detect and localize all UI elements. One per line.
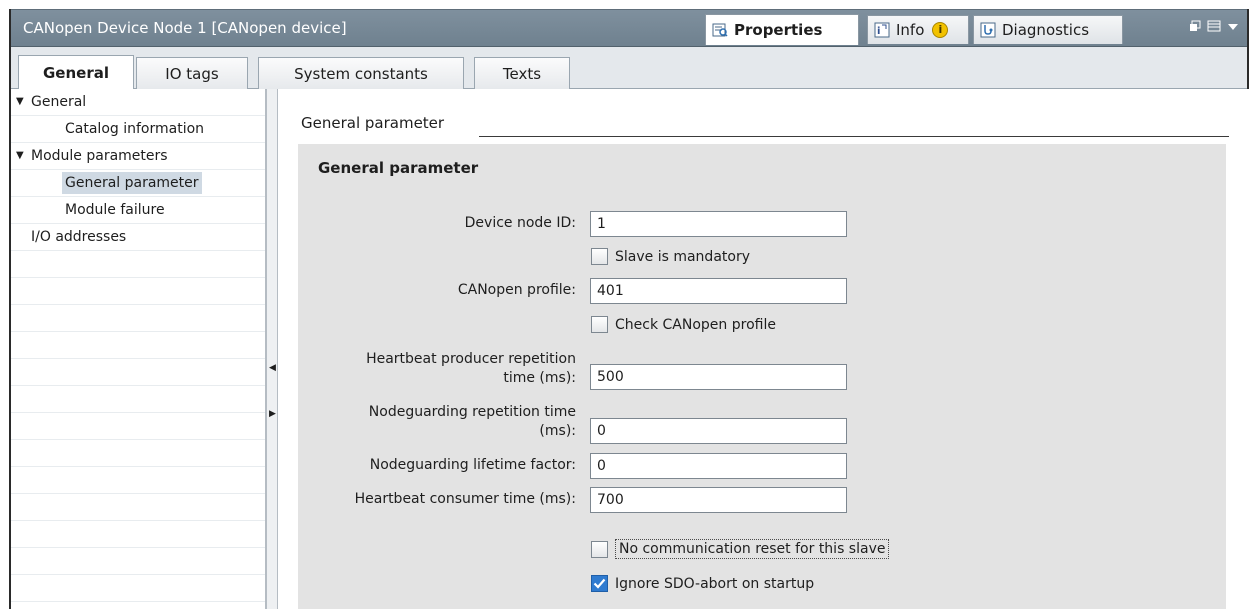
window-title: CANopen Device Node 1 [CANopen device]: [23, 19, 347, 37]
nodeguarding-time-input[interactable]: [590, 418, 847, 444]
navigation-tree: ▼ General Catalog information ▼ Module p…: [11, 89, 266, 609]
svg-text:i: i: [877, 26, 880, 37]
tree-row: [11, 332, 265, 359]
tree-item-general[interactable]: General: [28, 91, 89, 113]
expand-triangle-icon[interactable]: ▼: [16, 150, 24, 161]
checkbox-box[interactable]: [591, 248, 608, 265]
label-line: Nodeguarding repetition time: [368, 404, 576, 420]
parameter-panel: General parameter Device node ID: Slave …: [298, 144, 1226, 609]
tab-diagnostics-label: Diagnostics: [1002, 21, 1090, 39]
tree-item-general-parameter[interactable]: General parameter: [62, 172, 202, 194]
tree-item-module-parameters[interactable]: Module parameters: [28, 145, 171, 167]
window-controls: [1189, 20, 1239, 36]
label-line: time (ms):: [503, 370, 576, 386]
main-content: General parameter General parameter Devi…: [279, 89, 1249, 609]
properties-window: CANopen Device Node 1 [CANopen device] P…: [9, 9, 1249, 609]
check-canopen-profile-checkbox[interactable]: Check CANopen profile: [591, 316, 776, 333]
section-divider: [479, 136, 1229, 137]
tab-system-constants[interactable]: System constants: [258, 57, 464, 89]
tree-item-io-addresses[interactable]: I/O addresses: [28, 226, 129, 248]
chevron-down-icon[interactable]: [1227, 20, 1239, 36]
tree-row: [11, 386, 265, 413]
canopen-profile-input[interactable]: [590, 278, 847, 304]
nodeguarding-lifetime-input[interactable]: [590, 453, 847, 479]
tab-texts[interactable]: Texts: [474, 57, 570, 89]
checkbox-box[interactable]: [591, 540, 608, 558]
tree-row: [11, 440, 265, 467]
checkmark-icon: [593, 578, 606, 589]
tree-row: [11, 521, 265, 548]
tab-properties-label: Properties: [734, 21, 823, 39]
tab-diagnostics[interactable]: Diagnostics: [973, 15, 1123, 44]
tree-row: [11, 467, 265, 494]
diagnostics-icon: [980, 22, 996, 38]
pane-splitter[interactable]: ◀ ▶: [266, 89, 278, 609]
heartbeat-producer-label: Heartbeat producer repetition time (ms):: [366, 350, 576, 388]
nodeguarding-lifetime-label: Nodeguarding lifetime factor:: [369, 457, 576, 473]
collapse-left-icon[interactable]: ◀: [269, 361, 276, 375]
checkbox-label: No communication reset for this slave: [615, 539, 890, 559]
canopen-profile-label: CANopen profile:: [457, 282, 576, 298]
heartbeat-consumer-input[interactable]: [590, 487, 847, 513]
slave-mandatory-checkbox[interactable]: Slave is mandatory: [591, 248, 750, 265]
nodeguarding-time-label: Nodeguarding repetition time (ms):: [369, 403, 576, 441]
checkbox-label: Slave is mandatory: [615, 248, 750, 265]
tab-io-tags[interactable]: IO tags: [136, 57, 248, 89]
tree-row: [11, 251, 265, 278]
heartbeat-producer-input[interactable]: [590, 364, 847, 390]
tree-item-catalog-information[interactable]: Catalog information: [62, 118, 207, 140]
device-node-id-label: Device node ID:: [464, 215, 576, 231]
tab-general[interactable]: General: [18, 55, 134, 90]
device-node-id-input[interactable]: [590, 211, 847, 237]
label-line: Heartbeat producer repetition: [366, 351, 576, 367]
tree-row: [11, 305, 265, 332]
checkbox-box[interactable]: [591, 316, 608, 333]
tree-item-module-failure[interactable]: Module failure: [62, 199, 168, 221]
info-icon: i: [874, 22, 890, 38]
expand-triangle-icon[interactable]: ▼: [16, 96, 24, 107]
label-line: (ms):: [539, 423, 576, 439]
expand-right-icon[interactable]: ▶: [269, 407, 276, 421]
tree-row: [11, 575, 265, 602]
tab-properties[interactable]: Properties: [705, 14, 859, 45]
properties-icon: [712, 22, 728, 38]
tree-row: [11, 494, 265, 521]
ignore-sdo-abort-checkbox[interactable]: Ignore SDO-abort on startup: [591, 575, 814, 592]
no-comm-reset-checkbox[interactable]: No communication reset for this slave: [591, 539, 890, 559]
layout-icon[interactable]: [1207, 20, 1221, 36]
tree-row: [11, 413, 265, 440]
panel-title: General parameter: [318, 159, 479, 177]
tab-info-label: Info: [896, 21, 925, 39]
float-window-icon[interactable]: [1189, 20, 1201, 36]
title-bar: CANopen Device Node 1 [CANopen device] P…: [11, 9, 1247, 47]
checkbox-label: Check CANopen profile: [615, 316, 776, 333]
tab-info[interactable]: i Info i: [867, 15, 969, 44]
section-tabs: General IO tags System constants Texts: [11, 47, 1247, 90]
section-heading: General parameter: [301, 114, 445, 132]
tree-row: [11, 359, 265, 386]
warning-icon: i: [932, 22, 949, 38]
checkbox-checked[interactable]: [591, 575, 608, 592]
heartbeat-consumer-label: Heartbeat consumer time (ms):: [354, 491, 576, 507]
tree-row: [11, 548, 265, 575]
checkbox-label: Ignore SDO-abort on startup: [615, 575, 815, 592]
tree-row: [11, 278, 265, 305]
